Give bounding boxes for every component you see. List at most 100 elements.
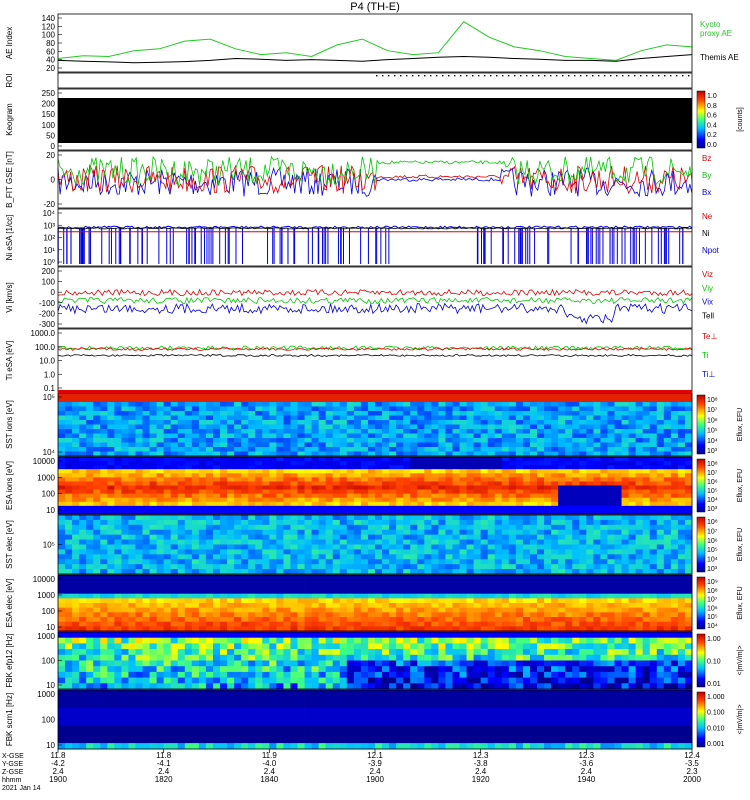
spectrogram-cell bbox=[438, 447, 446, 452]
spectrogram-cell bbox=[58, 420, 66, 425]
spectrogram-cell bbox=[522, 497, 531, 503]
spectrogram-cell bbox=[255, 519, 263, 526]
spectrogram-cell bbox=[445, 579, 453, 585]
spectrogram-cell bbox=[79, 411, 87, 416]
spectrogram-cell bbox=[600, 497, 608, 503]
spectrogram-cell bbox=[600, 519, 608, 526]
spectrogram-cell bbox=[389, 461, 397, 466]
spectrogram-cell bbox=[670, 584, 679, 590]
spectrogram-cell bbox=[304, 485, 312, 490]
spectrogram-cell bbox=[198, 598, 207, 604]
spectrogram-cell bbox=[473, 397, 482, 403]
viz-line bbox=[57, 288, 693, 297]
spectrogram-cell bbox=[58, 598, 66, 604]
spectrogram-cell bbox=[445, 489, 453, 495]
spectrogram-cell bbox=[431, 424, 439, 430]
spectrogram-cell bbox=[551, 411, 559, 416]
spectrogram-cell bbox=[635, 559, 644, 565]
spectrogram-cell bbox=[276, 447, 284, 452]
spectrogram-cell bbox=[586, 477, 594, 482]
spectrogram-cell bbox=[459, 424, 467, 430]
spectrogram-cell bbox=[121, 564, 129, 570]
spectrogram-cell bbox=[424, 485, 432, 490]
spectrogram-cell bbox=[367, 544, 376, 550]
spectrogram-cell bbox=[86, 411, 94, 416]
spectrogram-cell bbox=[473, 593, 482, 599]
spectrogram-cell bbox=[579, 447, 587, 452]
spectrogram-cell bbox=[410, 564, 418, 570]
spectrogram-cell bbox=[86, 438, 94, 443]
spectrogram-cell bbox=[558, 584, 566, 590]
spectrogram-cell bbox=[501, 420, 510, 425]
spectrogram-cell bbox=[410, 524, 418, 531]
spectrogram-cell bbox=[318, 406, 327, 412]
spectrogram-cell bbox=[205, 534, 214, 540]
spectrogram-cell bbox=[579, 406, 587, 412]
spectrogram-cell bbox=[389, 564, 397, 570]
spectrogram-cell bbox=[234, 539, 242, 545]
spectrogram-cell bbox=[600, 589, 608, 595]
spectrogram-cell bbox=[325, 477, 334, 482]
spectrogram-cell bbox=[572, 489, 580, 495]
spectrogram-cell bbox=[452, 393, 460, 398]
spectrogram-cell bbox=[227, 457, 235, 462]
spectrogram-cell bbox=[149, 481, 158, 486]
spectrogram-cell bbox=[128, 461, 136, 466]
spectrogram-cell bbox=[515, 481, 524, 486]
spectrogram-cell bbox=[276, 544, 284, 550]
spectrogram-cell bbox=[227, 469, 235, 474]
spectrogram-cell bbox=[473, 393, 482, 398]
y-tick-label: 100 bbox=[42, 121, 56, 130]
spectrogram-cell bbox=[367, 485, 376, 490]
spectrogram-cell bbox=[100, 424, 108, 430]
spectrogram-cell bbox=[220, 429, 228, 434]
spectrogram-cell bbox=[375, 461, 383, 466]
spectrogram-cell bbox=[135, 589, 143, 595]
spectrogram-cell bbox=[508, 534, 517, 540]
spectrogram-cell bbox=[494, 397, 503, 403]
y-tick-label: 20 bbox=[46, 151, 55, 160]
spectrogram-cell bbox=[304, 411, 312, 416]
spectrogram-cell bbox=[600, 411, 608, 416]
spectrogram-cell bbox=[360, 505, 369, 511]
spectrogram-cell bbox=[487, 598, 496, 604]
spectrogram-cell bbox=[670, 539, 679, 545]
spectrogram-cell bbox=[220, 544, 228, 550]
spectrogram-cell bbox=[276, 579, 284, 585]
spectrogram-cell bbox=[445, 429, 453, 434]
spectrogram-cell bbox=[339, 442, 348, 448]
spectrogram-cell bbox=[128, 433, 136, 439]
spectrogram-cell bbox=[135, 406, 143, 412]
spectrogram-cell bbox=[297, 397, 305, 403]
spectrogram-cell bbox=[494, 424, 503, 430]
tpar-line bbox=[57, 353, 693, 357]
spectrogram-cell bbox=[642, 519, 651, 526]
spectrogram-cell bbox=[600, 544, 608, 550]
spectrogram-cell bbox=[72, 397, 80, 403]
spectrogram-cell bbox=[459, 461, 467, 466]
spectrogram-cell bbox=[269, 505, 277, 511]
spectrogram-cell bbox=[79, 515, 87, 521]
spectrogram-cell bbox=[522, 429, 531, 434]
spectrogram-cell bbox=[670, 402, 679, 407]
spectrogram-cell bbox=[607, 465, 615, 470]
spectrogram-cell bbox=[431, 593, 439, 599]
spectrogram-cell bbox=[586, 534, 594, 540]
spectrogram-cell bbox=[367, 505, 376, 511]
spectrogram-cell bbox=[593, 429, 601, 434]
spectrogram-cell bbox=[325, 447, 334, 452]
spectrogram-cell bbox=[396, 617, 404, 623]
spectrogram-cell bbox=[572, 429, 580, 434]
spectrogram-cell bbox=[79, 589, 87, 595]
spectrogram-cell bbox=[403, 402, 411, 407]
spectrogram-cell bbox=[198, 393, 207, 398]
spectrogram-cell bbox=[635, 524, 644, 531]
spectrogram-cell bbox=[128, 544, 136, 550]
spectrogram-cell bbox=[445, 420, 453, 425]
spectrogram-cell bbox=[367, 457, 376, 462]
spectrogram-cell bbox=[367, 501, 376, 507]
spectrogram-cell bbox=[529, 406, 538, 412]
spectrogram-cell bbox=[635, 612, 644, 618]
spectrogram-cell bbox=[163, 442, 172, 448]
spectrogram-cell bbox=[241, 539, 249, 545]
